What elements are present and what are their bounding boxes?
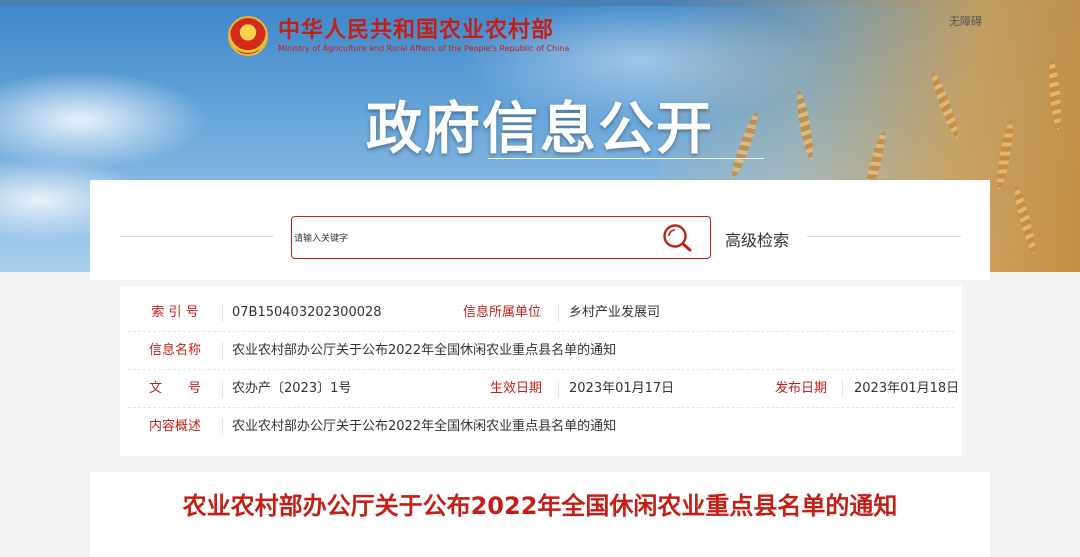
hero-underline: [488, 158, 764, 159]
search-icon: [663, 224, 692, 252]
column-divider: [222, 342, 223, 360]
logo-title-cn: 中华人民共和国农业农村部: [278, 17, 555, 43]
search-panel: 高级检索: [90, 180, 990, 280]
index-label: 索 引 号: [151, 305, 199, 320]
summary-value: 农业农村部办公厅关于公布2022年全国休闲农业重点县名单的通知: [232, 419, 617, 434]
column-divider: [558, 380, 559, 398]
logo-title-en: Ministry of Agriculture and Rural Affair…: [278, 44, 570, 53]
table-row: 文 号 农办产〔2023〕1号 生效日期 2023年01月17日 发布日期 20…: [128, 370, 959, 408]
advanced-search-link[interactable]: 高级检索: [725, 227, 789, 251]
accessibility-link[interactable]: 无障碍: [949, 13, 982, 29]
column-divider: [842, 380, 843, 398]
search-box: [291, 216, 711, 259]
effective-date-value: 2023年01月17日: [569, 381, 675, 396]
article-panel: 农业农村部办公厅关于公布2022年全国休闲农业重点县名单的通知: [90, 472, 990, 557]
column-divider: [222, 304, 223, 322]
logo-text: 中华人民共和国农业农村部 Ministry of Agriculture and…: [278, 17, 569, 55]
divider-line-left: [120, 236, 274, 237]
page-hero-title: 政府信息公开: [366, 97, 714, 162]
wheat-decoration: [1011, 184, 1039, 256]
unit-label: 信息所属单位: [462, 305, 541, 320]
table-row: 内容概述 农业农村部办公厅关于公布2022年全国休闲农业重点县名单的通知: [128, 408, 954, 446]
doc-number-label: 文 号: [148, 381, 201, 396]
publish-date-value: 2023年01月18日: [854, 381, 960, 396]
article-title: 农业农村部办公厅关于公布2022年全国休闲农业重点县名单的通知: [182, 492, 898, 520]
unit-value: 乡村产业发展司: [569, 305, 661, 320]
table-row: 索 引 号 07B150403202300028 信息所属单位 乡村产业发展司: [128, 294, 954, 332]
doc-number-value: 农办产〔2023〕1号: [232, 381, 352, 396]
column-divider: [558, 304, 559, 322]
column-divider: [222, 418, 223, 436]
name-label: 信息名称: [148, 343, 201, 358]
table-row: 信息名称 农业农村部办公厅关于公布2022年全国休闲农业重点县名单的通知: [128, 332, 954, 370]
national-emblem-icon: [228, 16, 268, 56]
summary-label: 内容概述: [148, 419, 201, 434]
column-divider: [222, 380, 223, 398]
name-value: 农业农村部办公厅关于公布2022年全国休闲农业重点县名单的通知: [232, 343, 617, 358]
publish-date-label: 发布日期: [774, 381, 827, 396]
metadata-table: 索 引 号 07B150403202300028 信息所属单位 乡村产业发展司 …: [120, 286, 962, 456]
ministry-logo[interactable]: 中华人民共和国农业农村部 Ministry of Agriculture and…: [228, 16, 569, 56]
index-value: 07B150403202300028: [232, 305, 382, 320]
effective-date-label: 生效日期: [489, 381, 542, 396]
divider-line-right: [807, 236, 961, 237]
search-button[interactable]: [662, 223, 694, 253]
search-input[interactable]: [293, 218, 653, 257]
